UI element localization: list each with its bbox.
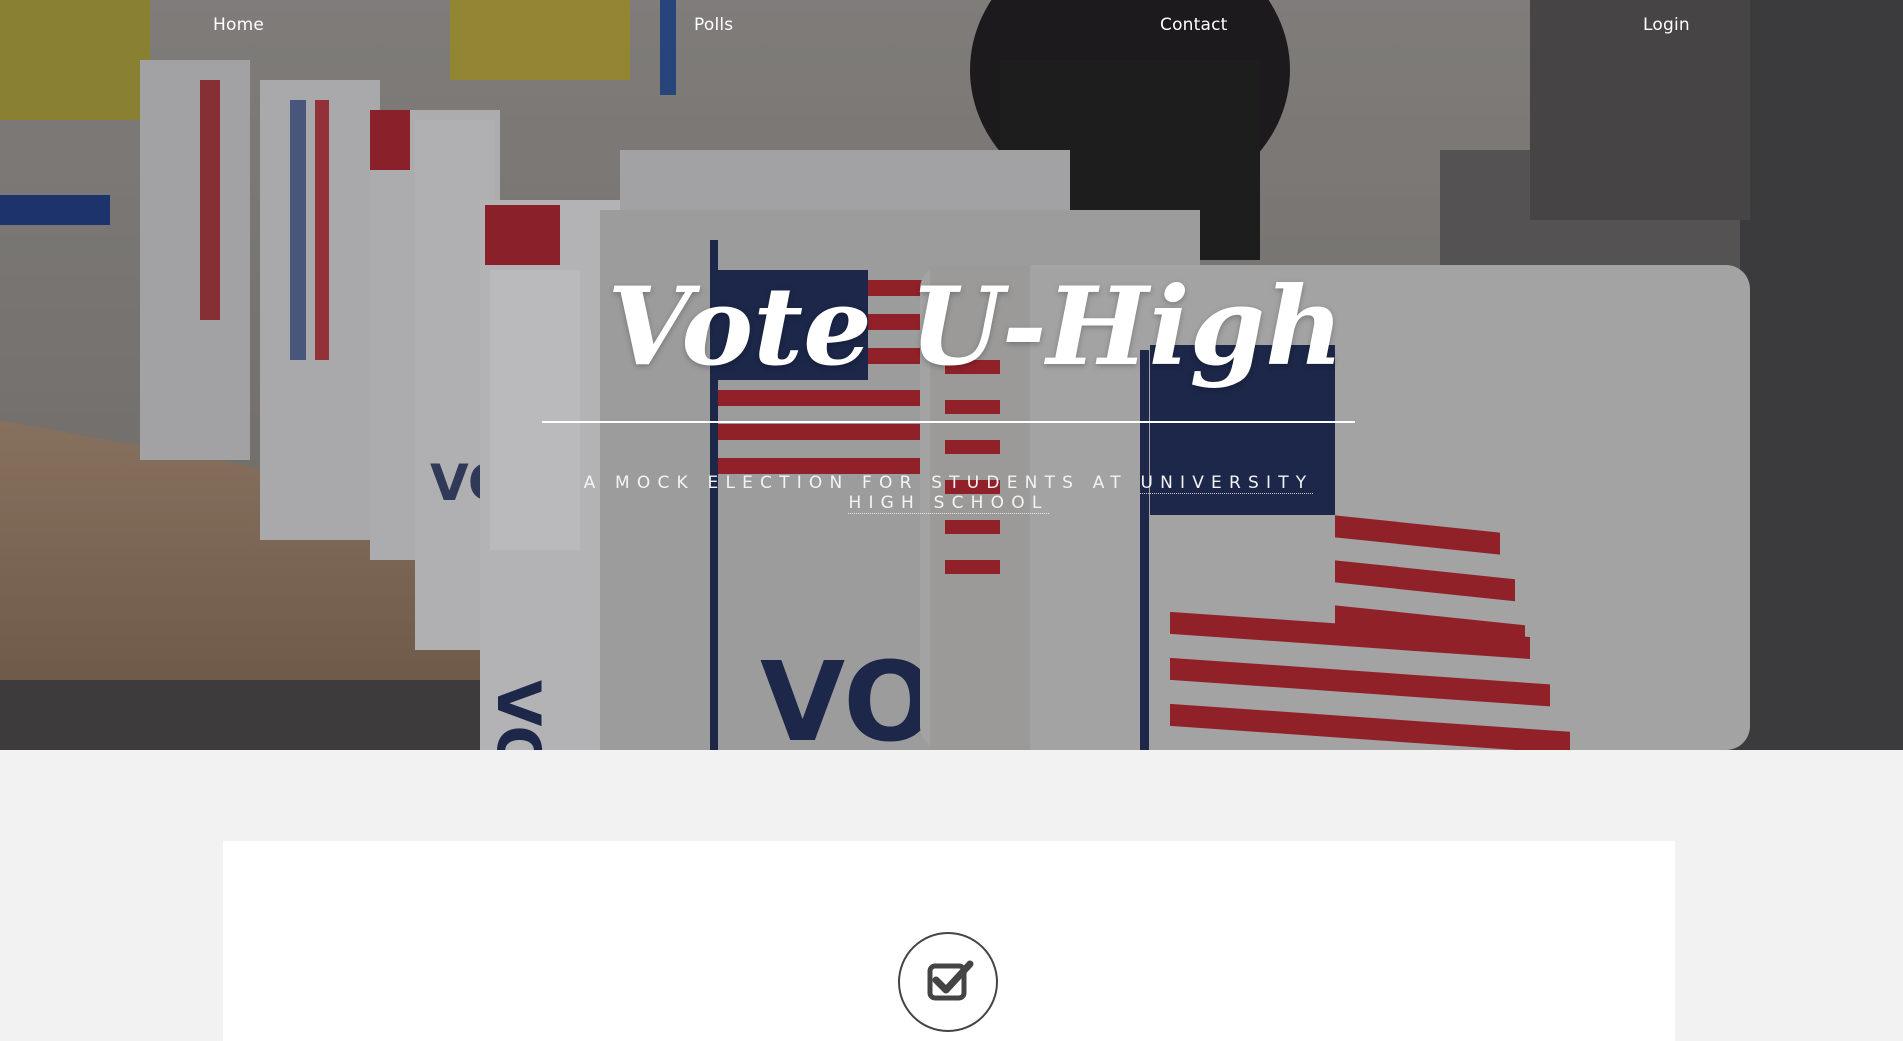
top-navigation: Home Polls Contact Login	[0, 0, 1903, 52]
hero-banner: VOTE VOTE VO	[0, 0, 1903, 750]
check-square-icon	[898, 932, 998, 1032]
check-square-glyph	[927, 960, 974, 1001]
subtitle-text: A mock election for students at	[583, 473, 1141, 493]
nav-login-link[interactable]: Login	[1643, 15, 1690, 35]
nav-polls-link[interactable]: Polls	[694, 15, 733, 35]
nav-home-link[interactable]: Home	[213, 15, 264, 35]
page-title: Vote U-High	[607, 264, 1344, 390]
content-card	[223, 841, 1675, 1041]
nav-contact-link[interactable]: Contact	[1160, 15, 1228, 35]
title-divider	[542, 421, 1355, 423]
page-subtitle: A mock election for students at Universi…	[542, 473, 1355, 514]
